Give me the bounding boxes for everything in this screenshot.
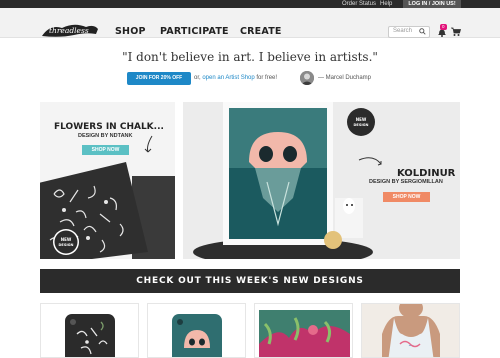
new-design-badge-icon: NEW DESIGN [53, 229, 79, 255]
logo-text: threadless [49, 26, 89, 35]
nav-participate[interactable]: PARTICIPATE [160, 26, 229, 37]
artist-prefix: or, [194, 75, 201, 81]
nav-shop[interactable]: SHOP [115, 26, 146, 37]
phone-case-koldinur-image [148, 304, 245, 357]
promo-subtitle-koldinur: DESIGN BY SERGIOMILLAN [369, 179, 443, 185]
login-button[interactable]: LOG IN / JOIN US! [403, 0, 461, 8]
product-card-phone-case-floral[interactable] [40, 303, 139, 358]
utility-bar: Order Status Help LOG IN / JOIN US! [0, 0, 500, 8]
promo-title-flowers: FLOWERS IN CHALK... [54, 122, 164, 132]
artist-shop-link[interactable]: open an Artist Shop [202, 75, 254, 81]
promo-subtitle-flowers: DESIGN BY NDTANK [78, 133, 133, 139]
product-card-art-print[interactable] [254, 303, 353, 358]
tank-top-model-image: ~ [362, 304, 459, 357]
svg-text:DESIGN: DESIGN [354, 123, 369, 127]
notification-badge: 0 [440, 24, 447, 30]
search-placeholder: Search [393, 28, 413, 34]
threadless-logo[interactable]: threadless [40, 20, 100, 40]
promo-tile-koldinur[interactable]: NEW DESIGN KOLDINUR DESIGN BY SERGIOMILL… [183, 102, 460, 259]
product-card-phone-case-koldinur[interactable] [147, 303, 246, 358]
shop-now-button-flowers[interactable]: SHOP NOW [82, 145, 129, 155]
phone-case-floral-image [41, 304, 138, 357]
art-print-image [255, 304, 352, 357]
svg-text:DESIGN: DESIGN [59, 243, 74, 247]
shop-now-button-koldinur[interactable]: SHOP NOW [383, 192, 430, 202]
help-link[interactable]: Help [380, 0, 392, 8]
new-designs-banner[interactable]: CHECK OUT THIS WEEK'S NEW DESIGNS [40, 269, 460, 293]
join-button[interactable]: JOIN FOR 20% OFF [127, 72, 191, 85]
search-input[interactable]: Search [388, 26, 430, 38]
product-card-tank-top[interactable]: ~ [361, 303, 460, 358]
quote-author: — Marcel Duchamp [318, 75, 372, 81]
order-status-link[interactable]: Order Status [342, 0, 376, 8]
search-icon[interactable] [419, 28, 426, 35]
cart-icon[interactable] [451, 27, 461, 37]
svg-text:NEW: NEW [61, 237, 72, 242]
promo-tile-flowers[interactable]: FLOWERS IN CHALK... DESIGN BY NDTANK SHO… [40, 102, 175, 259]
promo-title-koldinur: KOLDINUR [397, 168, 456, 179]
artist-suffix: for free! [256, 75, 278, 81]
nav-create[interactable]: CREATE [240, 26, 282, 37]
svg-text:NEW: NEW [356, 117, 367, 122]
artist-shop-text: or, open an Artist Shop for free! [194, 75, 277, 81]
featured-quote: "I don't believe in art. I believe in ar… [122, 50, 378, 64]
main-header: threadless SHOP PARTICIPATE CREATE Searc… [0, 8, 500, 38]
author-avatar [300, 71, 314, 85]
